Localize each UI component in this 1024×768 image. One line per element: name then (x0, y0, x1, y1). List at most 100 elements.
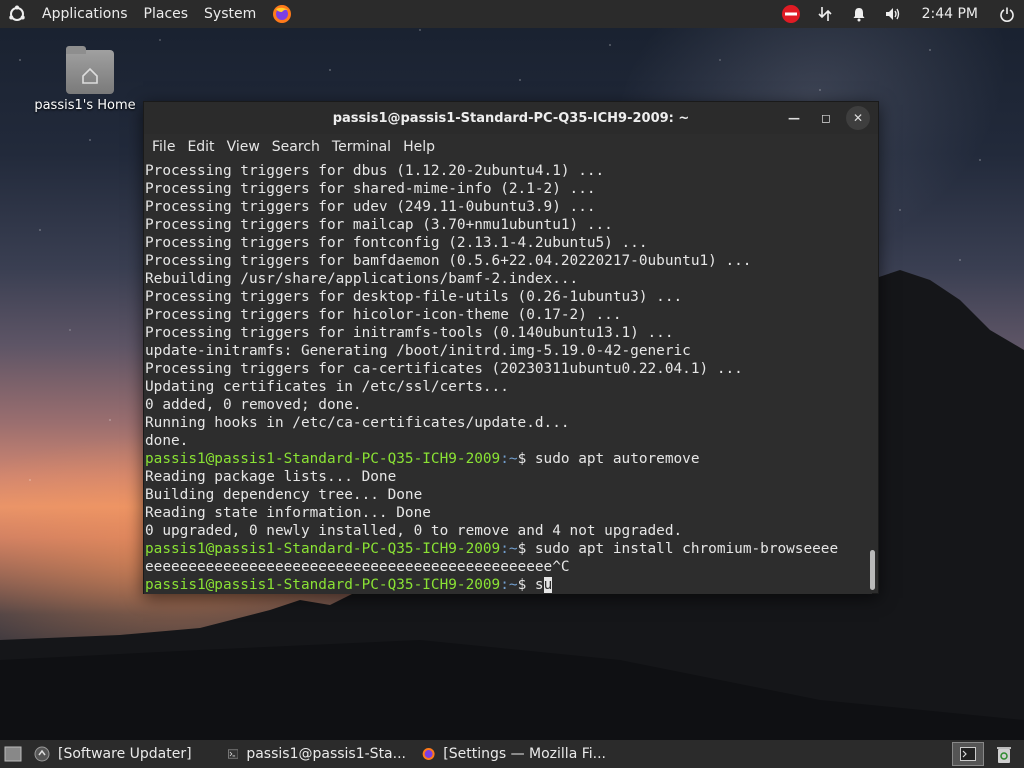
taskbar-item-label: [Settings — Mozilla Fi... (443, 746, 606, 762)
menu-help[interactable]: Help (397, 139, 441, 155)
window-title: passis1@passis1-Standard-PC-Q35-ICH9-200… (332, 110, 690, 126)
terminal-text: $ sudo apt autoremove (517, 451, 700, 467)
prompt-user: passis1@passis1-Standard-PC-Q35-ICH9-200… (145, 451, 501, 467)
close-icon[interactable]: ✕ (846, 106, 870, 130)
workspace-switcher[interactable] (952, 742, 984, 766)
terminal-text: Processing triggers for shared-mime-info… (145, 181, 596, 197)
terminal-text: Processing triggers for fontconfig (2.13… (145, 235, 648, 251)
terminal-text: Processing triggers for bamfdaemon (0.5.… (145, 253, 752, 269)
network-icon[interactable] (808, 0, 842, 28)
bell-icon[interactable] (842, 0, 876, 28)
terminal-titlebar[interactable]: passis1@passis1-Standard-PC-Q35-ICH9-200… (144, 102, 878, 134)
ubuntu-logo-icon[interactable] (0, 0, 34, 28)
terminal-line: Processing triggers for fontconfig (2.13… (145, 234, 872, 252)
terminal-line: 0 added, 0 removed; done. (145, 396, 872, 414)
menu-system[interactable]: System (196, 0, 264, 28)
menu-edit[interactable]: Edit (181, 139, 220, 155)
minimize-icon[interactable]: — (782, 106, 806, 130)
terminal-text: Processing triggers for udev (249.11-0ub… (145, 199, 596, 215)
terminal-line: Processing triggers for desktop-file-uti… (145, 288, 872, 306)
taskbar-item-label: passis1@passis1-Sta... (246, 746, 406, 762)
maximize-icon[interactable]: ◻ (814, 106, 838, 130)
terminal-icon (960, 747, 976, 761)
clock[interactable]: 2:44 PM (910, 6, 990, 22)
terminal-icon (228, 749, 239, 759)
panel-menu: Applications Places System (0, 0, 300, 28)
terminal-line: Processing triggers for hicolor-icon-the… (145, 306, 872, 324)
desktop-home-folder[interactable]: passis1's Home (30, 46, 150, 113)
terminal-menubar: File Edit View Search Terminal Help (144, 134, 878, 160)
terminal-line: Rebuilding /usr/share/applications/bamf-… (145, 270, 872, 288)
menu-search[interactable]: Search (266, 139, 326, 155)
terminal-line: 0 upgraded, 0 newly installed, 0 to remo… (145, 522, 872, 540)
terminal-window[interactable]: passis1@passis1-Standard-PC-Q35-ICH9-200… (143, 101, 879, 594)
terminal-line: Updating certificates in /etc/ssl/certs.… (145, 378, 872, 396)
menu-file[interactable]: File (146, 139, 181, 155)
terminal-line: eeeeeeeeeeeeeeeeeeeeeeeeeeeeeeeeeeeeeeee… (145, 558, 872, 576)
terminal-line: Running hooks in /etc/ca-certificates/up… (145, 414, 872, 432)
volume-icon[interactable] (876, 0, 910, 28)
terminal-line: done. (145, 432, 872, 450)
terminal-text: Rebuilding /usr/share/applications/bamf-… (145, 271, 579, 287)
firefox-icon (422, 748, 435, 760)
terminal-line: Processing triggers for udev (249.11-0ub… (145, 198, 872, 216)
trash-icon[interactable] (984, 740, 1024, 768)
terminal-line: Processing triggers for bamfdaemon (0.5.… (145, 252, 872, 270)
taskbar-item-software-updater[interactable]: [Software Updater] (26, 740, 220, 768)
terminal-text: $ sudo apt install chromium-browseeee (517, 541, 839, 557)
terminal-cursor: u (543, 577, 553, 593)
terminal-text: Reading package lists... Done (145, 469, 397, 485)
terminal-line: Building dependency tree... Done (145, 486, 872, 504)
terminal-line: update-initramfs: Generating /boot/initr… (145, 342, 872, 360)
bottom-panel: [Software Updater] passis1@passis1-Sta..… (0, 740, 1024, 768)
top-panel: Applications Places System 2:44 PM (0, 0, 1024, 28)
terminal-scrollbar[interactable] (870, 550, 875, 590)
terminal-line: Reading package lists... Done (145, 468, 872, 486)
terminal-text: done. (145, 433, 189, 449)
terminal-output[interactable]: Processing triggers for dbus (1.12.20-2u… (144, 162, 872, 594)
terminal-text: eeeeeeeeeeeeeeeeeeeeeeeeeeeeeeeeeeeeeeee… (145, 559, 570, 575)
terminal-line: passis1@passis1-Standard-PC-Q35-ICH9-200… (145, 540, 872, 558)
terminal-text: Processing triggers for ca-certificates … (145, 361, 743, 377)
panel-tray: 2:44 PM (774, 0, 1024, 28)
software-updater-icon (34, 746, 50, 762)
taskbar-item-firefox-settings[interactable]: [Settings — Mozilla Fi... (414, 740, 614, 768)
terminal-text: Processing triggers for desktop-file-uti… (145, 289, 683, 305)
terminal-text: $ s (517, 577, 544, 593)
menu-applications[interactable]: Applications (34, 0, 136, 28)
firefox-icon[interactable] (264, 0, 300, 28)
terminal-line: Reading state information... Done (145, 504, 872, 522)
prompt-user: passis1@passis1-Standard-PC-Q35-ICH9-200… (145, 541, 501, 557)
terminal-text: 0 added, 0 removed; done. (145, 397, 362, 413)
terminal-line: passis1@passis1-Standard-PC-Q35-ICH9-200… (145, 450, 872, 468)
menu-view[interactable]: View (221, 139, 266, 155)
terminal-line: Processing triggers for mailcap (3.70+nm… (145, 216, 872, 234)
show-desktop-icon[interactable] (0, 740, 26, 768)
terminal-line: Processing triggers for initramfs-tools … (145, 324, 872, 342)
terminal-text: Processing triggers for initramfs-tools … (145, 325, 674, 341)
do-not-disturb-icon[interactable] (774, 0, 808, 28)
terminal-line: Processing triggers for dbus (1.12.20-2u… (145, 162, 872, 180)
taskbar-item-terminal[interactable]: passis1@passis1-Sta... (220, 740, 414, 768)
terminal-line: passis1@passis1-Standard-PC-Q35-ICH9-200… (145, 576, 872, 594)
prompt-path: :~ (500, 451, 518, 467)
menu-places[interactable]: Places (136, 0, 197, 28)
prompt-path: :~ (500, 541, 518, 557)
terminal-text: Updating certificates in /etc/ssl/certs.… (145, 379, 509, 395)
terminal-text: update-initramfs: Generating /boot/initr… (145, 343, 691, 359)
terminal-line: Processing triggers for ca-certificates … (145, 360, 872, 378)
home-folder-icon (66, 46, 114, 94)
terminal-text: Building dependency tree... Done (145, 487, 423, 503)
terminal-text: Reading state information... Done (145, 505, 431, 521)
terminal-text: 0 upgraded, 0 newly installed, 0 to remo… (145, 523, 683, 539)
home-folder-label: passis1's Home (34, 98, 136, 113)
menu-terminal[interactable]: Terminal (326, 139, 397, 155)
taskbar-item-label: [Software Updater] (58, 746, 192, 762)
terminal-text: Processing triggers for dbus (1.12.20-2u… (145, 163, 605, 179)
power-icon[interactable] (990, 0, 1024, 28)
terminal-text: Running hooks in /etc/ca-certificates/up… (145, 415, 570, 431)
prompt-user: passis1@passis1-Standard-PC-Q35-ICH9-200… (145, 577, 501, 593)
prompt-path: :~ (500, 577, 518, 593)
window-controls: — ◻ ✕ (782, 106, 870, 130)
terminal-text: Processing triggers for hicolor-icon-the… (145, 307, 622, 323)
